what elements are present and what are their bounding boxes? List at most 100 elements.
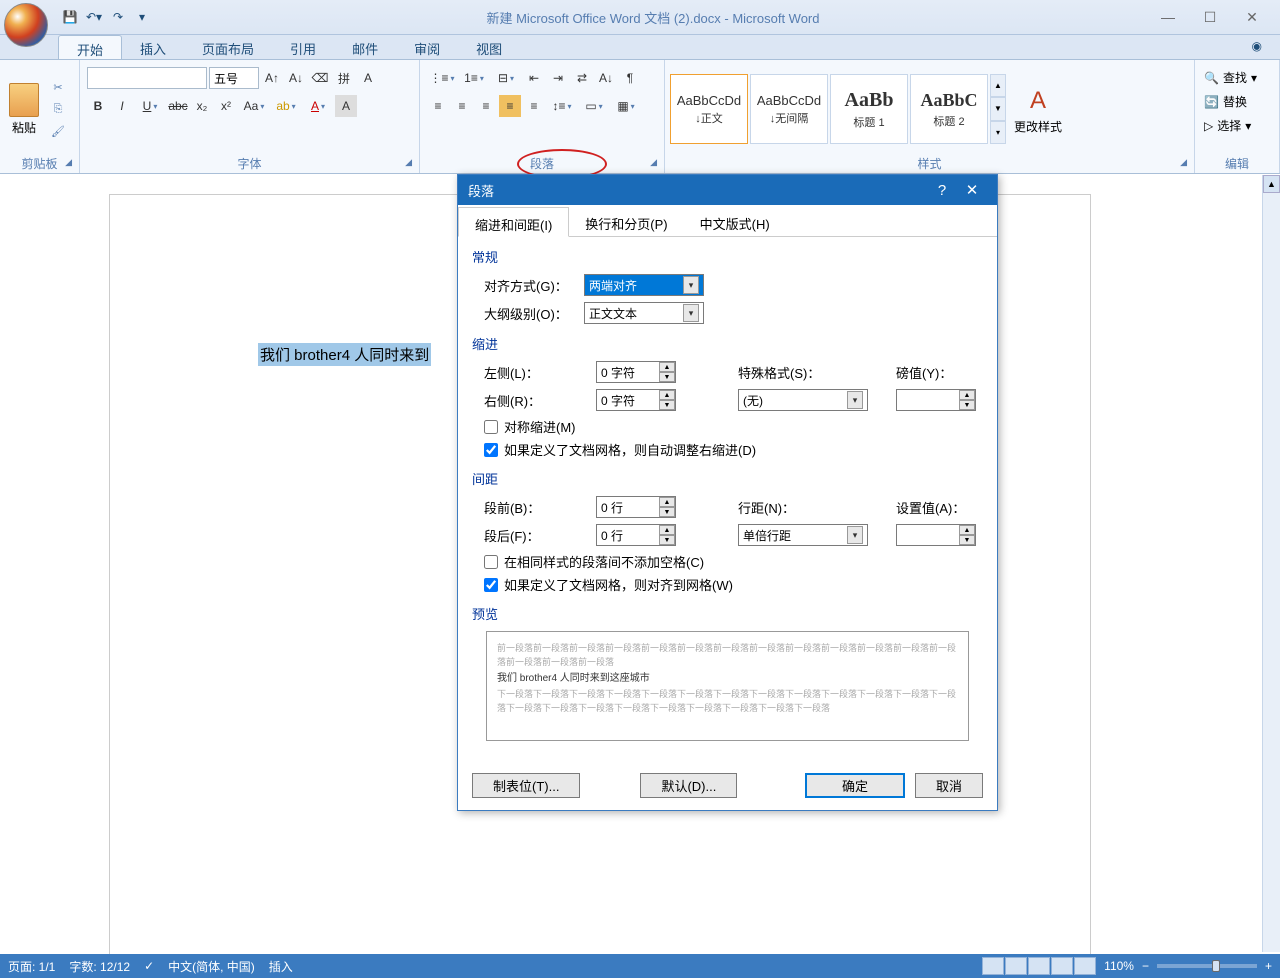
strikethrough-icon[interactable]: abc <box>167 95 189 117</box>
save-icon[interactable]: 💾 <box>60 7 80 27</box>
chevron-down-icon[interactable]: ▾ <box>847 526 863 544</box>
decrease-indent-icon[interactable]: ⇤ <box>523 67 545 89</box>
default-button[interactable]: 默认(D)... <box>640 773 737 798</box>
font-launcher[interactable]: ◢ <box>405 157 412 168</box>
align-left-icon[interactable]: ≡ <box>427 95 449 117</box>
zoom-out-icon[interactable]: − <box>1142 959 1149 973</box>
font-color-icon[interactable]: A <box>303 95 333 117</box>
spin-down-icon[interactable]: ▼ <box>959 535 975 545</box>
styles-launcher[interactable]: ◢ <box>1180 157 1187 168</box>
paste-button[interactable]: 粘贴 <box>5 79 43 140</box>
office-button[interactable] <box>2 1 52 51</box>
chevron-down-icon[interactable]: ▾ <box>683 304 699 322</box>
align-right-icon[interactable]: ≡ <box>475 95 497 117</box>
justify-icon[interactable]: ≡ <box>499 95 521 117</box>
ok-button[interactable]: 确定 <box>805 773 905 798</box>
line-spacing-icon[interactable]: ↕≡ <box>547 95 577 117</box>
replace-button[interactable]: 🔄替换 <box>1202 91 1272 112</box>
show-marks-icon[interactable]: ¶ <box>619 67 641 89</box>
chevron-down-icon[interactable]: ▾ <box>847 391 863 409</box>
style-up-icon[interactable]: ▲ <box>990 74 1006 97</box>
spin-down-icon[interactable]: ▼ <box>659 507 675 517</box>
status-mode[interactable]: 插入 <box>269 958 293 975</box>
view-draft-icon[interactable] <box>1074 957 1096 975</box>
style-nospacing[interactable]: AaBbCcDd↓无间隔 <box>750 74 828 144</box>
tab-layout[interactable]: 页面布局 <box>184 35 272 59</box>
bold-icon[interactable]: B <box>87 95 109 117</box>
view-web-icon[interactable] <box>1028 957 1050 975</box>
multilevel-icon[interactable]: ⊟ <box>491 67 521 89</box>
spin-up-icon[interactable]: ▲ <box>659 362 675 372</box>
left-indent-spinner[interactable]: 0 字符▲▼ <box>596 361 676 383</box>
line-spacing-combo[interactable]: 单倍行距▾ <box>738 524 868 546</box>
dialog-titlebar[interactable]: 段落 ? ✕ <box>458 175 997 205</box>
tab-line-page-breaks[interactable]: 换行和分页(P) <box>569 207 683 236</box>
tabs-button[interactable]: 制表位(T)... <box>472 773 580 798</box>
grow-font-icon[interactable]: A↑ <box>261 67 283 89</box>
format-painter-icon[interactable]: 🖌 <box>49 122 67 140</box>
zoom-slider[interactable] <box>1157 964 1257 968</box>
italic-icon[interactable]: I <box>111 95 133 117</box>
style-expand-icon[interactable]: ▾ <box>990 121 1006 144</box>
cancel-button[interactable]: 取消 <box>915 773 983 798</box>
spin-down-icon[interactable]: ▼ <box>659 535 675 545</box>
right-indent-spinner[interactable]: 0 字符▲▼ <box>596 389 676 411</box>
change-styles-button[interactable]: A 更改样式 <box>1014 84 1062 135</box>
cut-icon[interactable]: ✂ <box>49 78 67 96</box>
alignment-combo[interactable]: 两端对齐▾ <box>584 274 704 296</box>
find-button[interactable]: 🔍查找▾ <box>1202 67 1272 88</box>
spin-up-icon[interactable]: ▲ <box>959 390 975 400</box>
shrink-font-icon[interactable]: A↓ <box>285 67 307 89</box>
spin-up-icon[interactable]: ▲ <box>659 525 675 535</box>
at-value-spinner[interactable]: ▲▼ <box>896 524 976 546</box>
view-outline-icon[interactable] <box>1051 957 1073 975</box>
dialog-help-icon[interactable]: ? <box>927 176 957 204</box>
scroll-up-icon[interactable]: ▲ <box>1263 175 1280 193</box>
increase-indent-icon[interactable]: ⇥ <box>547 67 569 89</box>
zoom-slider-thumb[interactable] <box>1212 960 1220 972</box>
font-name-combo[interactable] <box>87 67 207 89</box>
undo-icon[interactable]: ↶▾ <box>84 7 104 27</box>
underline-icon[interactable]: U <box>135 95 165 117</box>
tab-indent-spacing[interactable]: 缩进和间距(I) <box>458 207 569 237</box>
highlight-icon[interactable]: ab <box>271 95 301 117</box>
dialog-close-icon[interactable]: ✕ <box>957 176 987 204</box>
special-format-combo[interactable]: (无)▾ <box>738 389 868 411</box>
char-border-icon[interactable]: A <box>357 67 379 89</box>
qat-menu-icon[interactable]: ▾ <box>132 7 152 27</box>
view-print-icon[interactable] <box>982 957 1004 975</box>
sort-icon[interactable]: A↓ <box>595 67 617 89</box>
outline-combo[interactable]: 正文文本▾ <box>584 302 704 324</box>
spin-down-icon[interactable]: ▼ <box>659 400 675 410</box>
paragraph-launcher[interactable]: ◢ <box>650 157 657 168</box>
spin-up-icon[interactable]: ▲ <box>659 390 675 400</box>
status-page[interactable]: 页面: 1/1 <box>8 958 55 975</box>
tab-home[interactable]: 开始 <box>58 35 122 59</box>
style-heading1[interactable]: AaBb标题 1 <box>830 74 908 144</box>
tab-view[interactable]: 视图 <box>458 35 520 59</box>
maximize-button[interactable]: ☐ <box>1196 7 1224 27</box>
change-case-icon[interactable]: Aa <box>239 95 269 117</box>
tab-references[interactable]: 引用 <box>272 35 334 59</box>
spin-down-icon[interactable]: ▼ <box>959 400 975 410</box>
tab-chinese-layout[interactable]: 中文版式(H) <box>684 207 786 236</box>
tab-insert[interactable]: 插入 <box>122 35 184 59</box>
tab-mail[interactable]: 邮件 <box>334 35 396 59</box>
copy-icon[interactable]: ⎘ <box>49 100 67 118</box>
zoom-in-icon[interactable]: + <box>1265 959 1272 973</box>
spin-up-icon[interactable]: ▲ <box>659 497 675 507</box>
spin-down-icon[interactable]: ▼ <box>659 372 675 382</box>
style-heading2[interactable]: AaBbC标题 2 <box>910 74 988 144</box>
help-icon[interactable]: ◉ <box>1248 35 1266 59</box>
snap-grid-checkbox[interactable] <box>484 578 498 592</box>
clipboard-launcher[interactable]: ◢ <box>65 157 72 168</box>
spin-up-icon[interactable]: ▲ <box>959 525 975 535</box>
close-button[interactable]: ✕ <box>1238 7 1266 27</box>
mirror-indent-checkbox[interactable] <box>484 420 498 434</box>
status-proofing-icon[interactable]: ✓ <box>144 959 154 973</box>
style-down-icon[interactable]: ▼ <box>990 97 1006 120</box>
distribute-icon[interactable]: ≡ <box>523 95 545 117</box>
superscript-icon[interactable]: x² <box>215 95 237 117</box>
no-space-same-checkbox[interactable] <box>484 555 498 569</box>
font-size-combo[interactable] <box>209 67 259 89</box>
